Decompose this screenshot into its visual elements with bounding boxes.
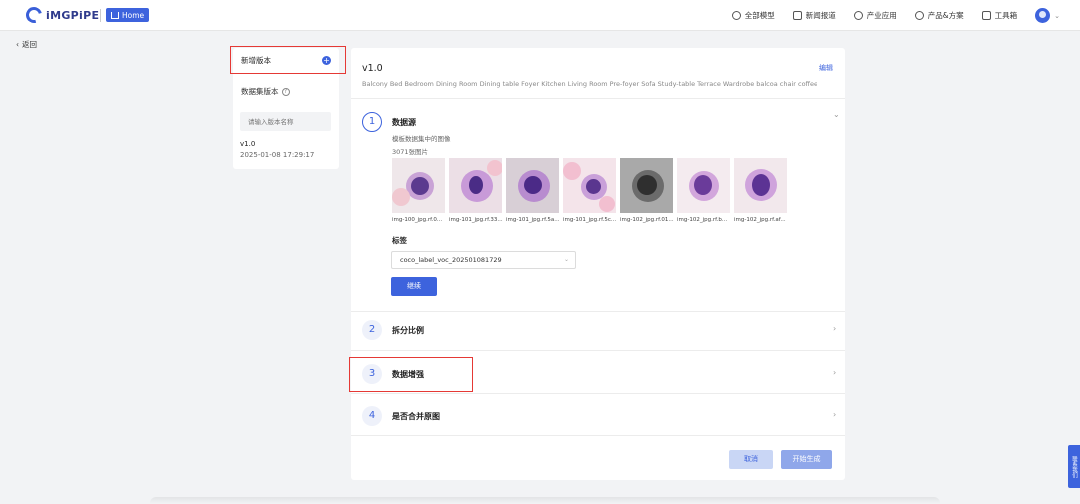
toolbox-icon [981, 11, 991, 20]
thumbnail[interactable]: img-101_jpg.rf.5a... [506, 158, 561, 223]
logo-icon [23, 4, 45, 26]
thumbnail-caption: img-101_jpg.rf.33... [449, 217, 503, 223]
chevron-down-icon: ⌄ [563, 256, 569, 263]
nav-item-industry[interactable]: 产业应用 [853, 10, 897, 21]
home-button[interactable]: Home [106, 8, 150, 22]
thumbnail[interactable]: img-100_jpg.rf.0... [392, 158, 447, 223]
nav-label: 新闻报道 [805, 11, 836, 20]
dataset-version-label: 数据集版本 [241, 87, 279, 96]
step-1-circle: 1 [362, 112, 382, 132]
home-icon [111, 11, 119, 19]
divider [351, 98, 845, 99]
thumbnail[interactable]: img-102_jpg.rf.af... [734, 158, 789, 223]
divider [351, 350, 845, 351]
footer-edge [150, 497, 940, 504]
hexagon-icon [853, 11, 863, 20]
version-item-name[interactable]: v1.0 [240, 140, 255, 148]
start-generate-button[interactable]: 开始生成 [781, 450, 832, 469]
logo[interactable]: iMGPiPE [23, 4, 100, 26]
label-select[interactable]: coco_label_voc_202501081729 ⌄ [391, 251, 576, 269]
nav-menu: 全部模型 新闻报道 产业应用 产品&方案 工具箱 ⌄ [731, 0, 1060, 31]
dataset-version-heading: 数据集版本 ? [241, 86, 290, 97]
nav-item-toolbox[interactable]: 工具箱 [981, 10, 1018, 21]
label-heading: 标签 [392, 236, 407, 245]
contact-us-tab[interactable]: 联系我们 [1068, 445, 1080, 488]
cell-image [734, 158, 787, 213]
version-item-date: 2025-01-08 17:29:17 [240, 151, 315, 159]
highlight-box-augmentation [349, 357, 473, 392]
cell-image [392, 158, 445, 213]
step-2-circle: 2 [362, 320, 382, 340]
source-description: 模板数据集中的图像 [392, 135, 451, 143]
divider [351, 311, 845, 312]
step-4-title[interactable]: 是否合并原图 [392, 411, 440, 422]
continue-button[interactable]: 继续 [391, 277, 437, 296]
nav-item-all-models[interactable]: 全部模型 [731, 10, 775, 21]
thumbnail[interactable]: img-102_jpg.rf.b... [677, 158, 732, 223]
chevron-left-icon: ‹ [16, 40, 19, 49]
user-menu[interactable]: ⌄ [1035, 8, 1060, 23]
cell-image [563, 158, 616, 213]
chevron-right-icon[interactable]: › [833, 368, 836, 377]
nav-label: 产品&方案 [927, 11, 964, 20]
divider [351, 435, 845, 436]
nav-label: 工具箱 [994, 11, 1018, 20]
highlight-box-new-version [230, 46, 346, 74]
step-1-title[interactable]: 数据源 [392, 117, 416, 128]
label-select-value: coco_label_voc_202501081729 [400, 256, 502, 264]
edit-link[interactable]: 编辑 [819, 63, 833, 73]
version-title: v1.0 [362, 63, 383, 74]
divider [351, 393, 845, 394]
top-navbar: iMGPiPE Home 全部模型 新闻报道 产业应用 产品&方案 工具箱 ⌄ [0, 0, 1080, 31]
thumbnail-caption: img-101_jpg.rf.5c... [563, 217, 617, 223]
thumbnail[interactable]: img-101_jpg.rf.33... [449, 158, 504, 223]
thumbnail[interactable]: img-101_jpg.rf.5c... [563, 158, 618, 223]
cell-image [506, 158, 559, 213]
nav-item-products[interactable]: 产品&方案 [914, 10, 964, 21]
thumbnail[interactable]: img-102_jpg.rf.01... [620, 158, 675, 223]
back-link[interactable]: ‹ 返回 [16, 39, 37, 50]
nav-label: 产业应用 [866, 11, 897, 20]
divider [100, 9, 101, 22]
thumbnail-caption: img-101_jpg.rf.5a... [506, 217, 560, 223]
thumbnail-caption: img-102_jpg.rf.01... [620, 217, 674, 223]
chevron-up-icon[interactable]: ⌄ [833, 110, 840, 119]
cancel-button[interactable]: 取消 [729, 450, 773, 469]
cell-image [620, 158, 673, 213]
document-icon [792, 11, 802, 20]
step-2-title[interactable]: 拆分比例 [392, 325, 424, 336]
chevron-right-icon[interactable]: › [833, 410, 836, 419]
chevron-right-icon[interactable]: › [833, 324, 836, 333]
version-name-input[interactable] [240, 112, 331, 131]
chevron-down-icon: ⌄ [1054, 11, 1060, 20]
step-4-circle: 4 [362, 406, 382, 426]
thumbnail-caption: img-100_jpg.rf.0... [392, 217, 443, 223]
cell-image [449, 158, 502, 213]
thumbnail-caption: img-102_jpg.rf.af... [734, 217, 786, 223]
class-list: Balcony Bed Bedroom Dining Room Dining t… [362, 80, 817, 88]
home-label: Home [122, 10, 145, 20]
thumbnail-strip: img-100_jpg.rf.0... img-101_jpg.rf.33...… [392, 158, 789, 223]
bulb-icon [914, 11, 924, 20]
avatar [1035, 8, 1051, 23]
help-icon[interactable]: ? [281, 87, 290, 96]
nav-item-news[interactable]: 新闻报道 [792, 10, 836, 21]
nav-label: 全部模型 [744, 11, 775, 20]
thumbnail-caption: img-102_jpg.rf.b... [677, 217, 728, 223]
cube-icon [731, 11, 741, 20]
image-count: 3071张图片 [392, 148, 429, 156]
cell-image [677, 158, 730, 213]
logo-text: iMGPiPE [46, 8, 100, 22]
back-label: 返回 [22, 40, 37, 49]
